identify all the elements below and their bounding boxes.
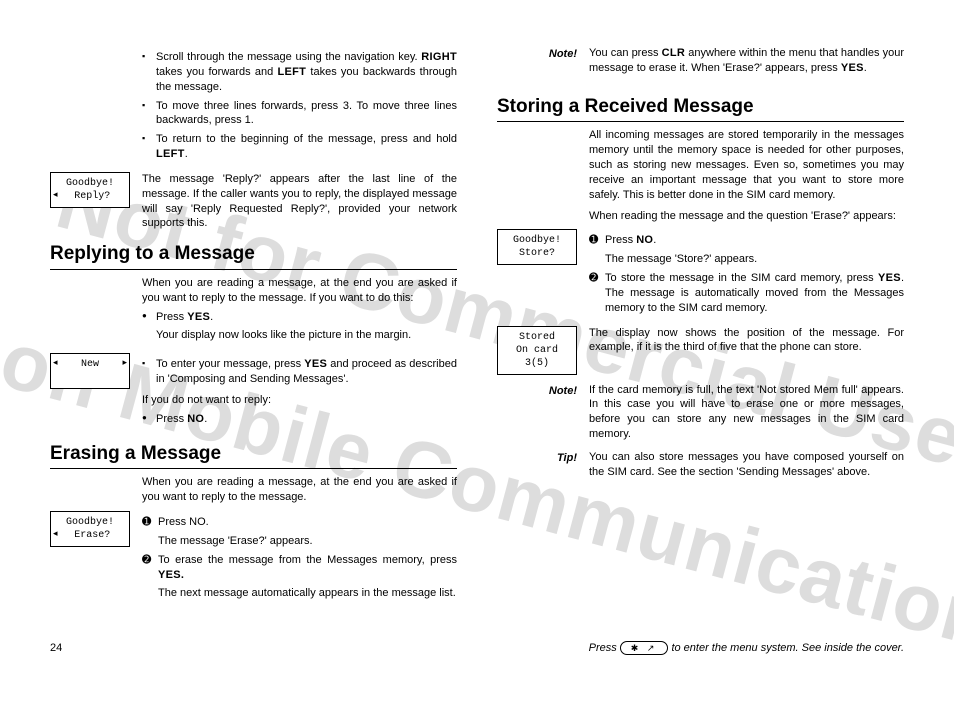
list-item: ➋To store the message in the SIM card me…	[589, 271, 904, 316]
erase-after: The next message automatically appears i…	[142, 586, 457, 601]
note-clr: You can press CLR anywhere within the me…	[589, 46, 904, 76]
tip-text: You can also store messages you have com…	[589, 450, 904, 480]
note-label: Note!	[497, 46, 577, 62]
footer-hint: Press ✱ ↗ to enter the menu system. See …	[589, 641, 904, 656]
store-question: When reading the message and the questio…	[589, 209, 904, 224]
list-item: Press YES.	[142, 310, 457, 325]
erase-s1-after: The message 'Erase?' appears.	[142, 534, 457, 549]
heading-erasing: Erasing a Message	[50, 441, 457, 470]
list-item: ➋To erase the message from the Messages …	[142, 553, 457, 583]
list-item: To return to the beginning of the messag…	[142, 132, 457, 162]
right-column: Note! You can press CLR anywhere within …	[497, 40, 904, 605]
reply-explain-para: The message 'Reply?' appears after the l…	[142, 172, 457, 231]
note-memfull: If the card memory is full, the text 'No…	[589, 383, 904, 442]
lcd-stored: Stored On card 3(5)	[497, 326, 577, 375]
lcd-reply: Goodbye! Reply?	[50, 172, 130, 208]
reply-intro: When you are reading a message, at the e…	[142, 276, 457, 306]
store-s1-after: The message 'Store?' appears.	[589, 252, 904, 267]
list-item: To enter your message, press YES and pro…	[142, 357, 457, 387]
list-item: Press NO.	[142, 412, 457, 427]
note-label: Note!	[497, 383, 577, 399]
navkey-icon: ✱ ↗	[620, 641, 669, 655]
store-intro: All incoming messages are stored tempora…	[589, 128, 904, 202]
left-column: Scroll through the message using the nav…	[50, 40, 457, 605]
position-para: The display now shows the position of th…	[589, 326, 904, 356]
list-item: ➊Press NO.	[142, 515, 457, 530]
heading-storing: Storing a Received Message	[497, 94, 904, 123]
tip-label: Tip!	[497, 450, 577, 466]
list-item: To move three lines forwards, press 3. T…	[142, 99, 457, 129]
list-item: Scroll through the message using the nav…	[142, 50, 457, 95]
page-number: 24	[50, 641, 62, 656]
reply-after: Your display now looks like the picture …	[142, 328, 457, 343]
erase-intro: When you are reading a message, at the e…	[142, 475, 457, 505]
heading-replying: Replying to a Message	[50, 241, 457, 270]
lcd-store: Goodbye! Store?	[497, 229, 577, 265]
list-item: ➊Press NO.	[589, 233, 904, 248]
scroll-instructions-list: Scroll through the message using the nav…	[142, 50, 457, 162]
lcd-new: New	[50, 353, 130, 389]
lcd-erase: Goodbye! Erase?	[50, 511, 130, 547]
reply-no-intro: If you do not want to reply:	[142, 393, 457, 408]
